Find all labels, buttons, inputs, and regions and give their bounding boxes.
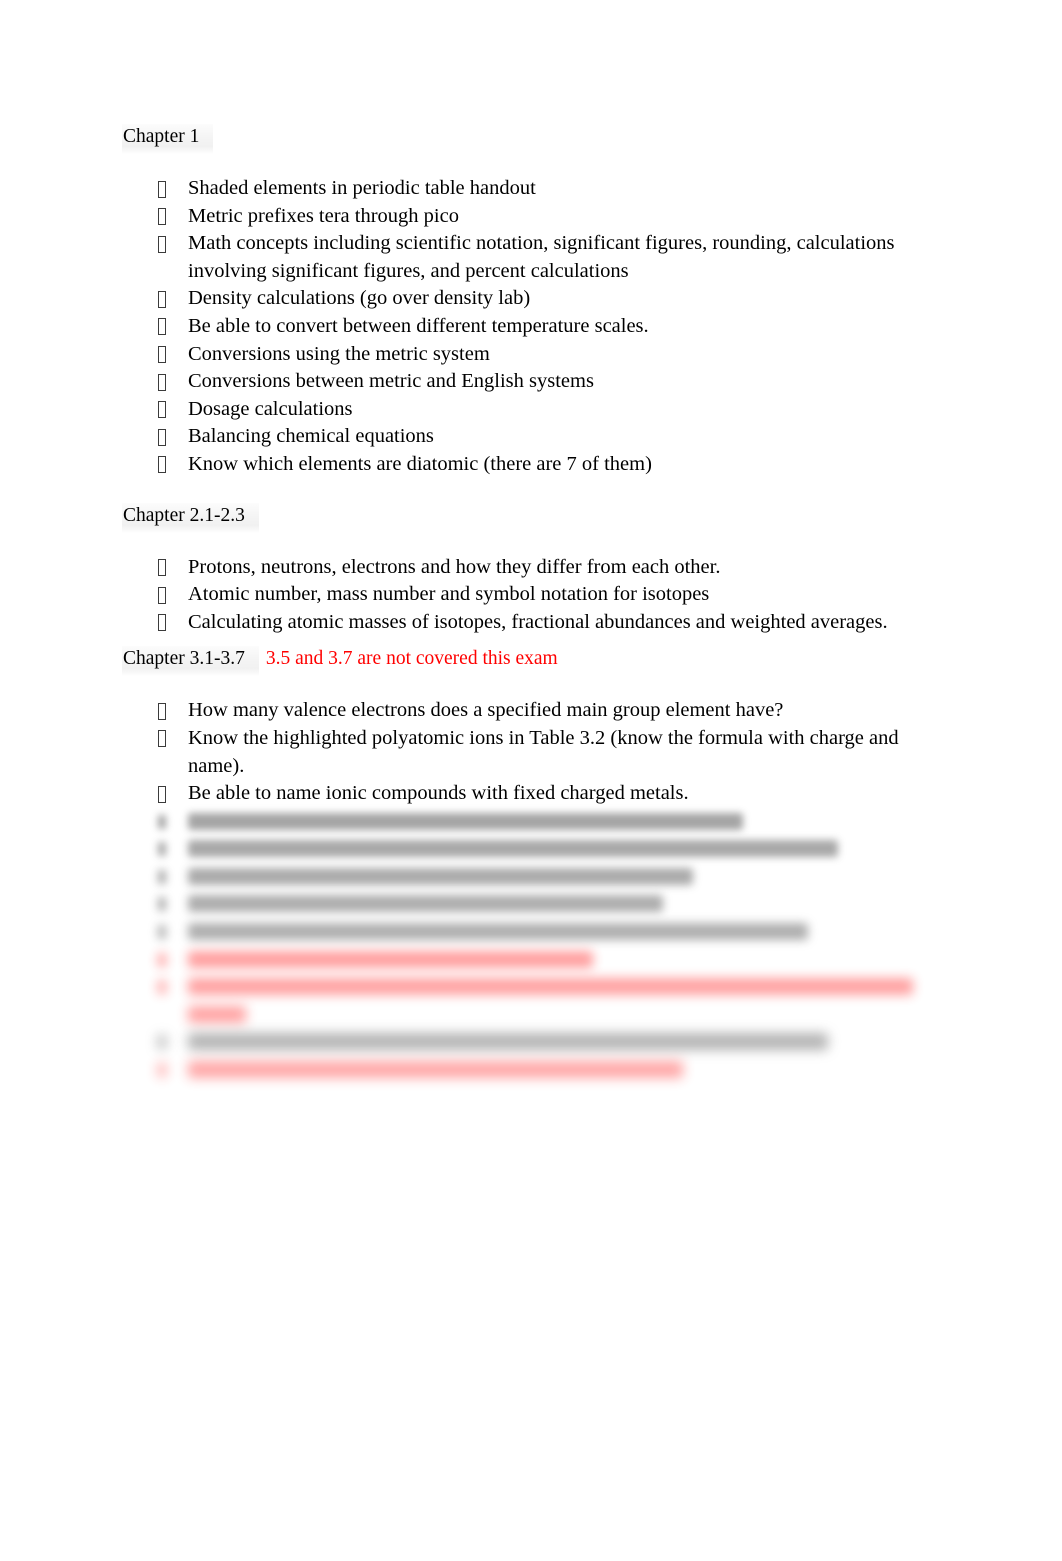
- document-content: Chapter 1 Shaded elements in periodic ta…: [122, 124, 923, 1084]
- chapter-heading-3: Chapter 3.1-3.7: [122, 646, 259, 677]
- list-item: Calculating atomic masses of isotopes, f…: [123, 609, 923, 637]
- list-item-text: Conversions using the metric system: [188, 342, 490, 365]
- obscured-line: [123, 1001, 923, 1029]
- obscured-line-text: [188, 950, 593, 968]
- obscured-line-text: [188, 1061, 683, 1079]
- bullet-tofu-icon: [158, 952, 166, 967]
- section-heading-row-3: Chapter 3.1-3.7 3.5 and 3.7 are not cover…: [122, 646, 923, 677]
- bullet-tofu-icon: [158, 235, 166, 253]
- bullet-tofu-icon: [158, 401, 166, 419]
- list-item-text: Balancing chemical equations: [188, 425, 434, 448]
- obscured-line: [123, 1028, 923, 1056]
- list-item-text: Density calculations (go over density la…: [188, 287, 531, 310]
- list-item: Math concepts including scientific notat…: [123, 230, 923, 285]
- bullet-tofu-icon: [158, 456, 166, 474]
- list-item: Atomic number, mass number and symbol no…: [123, 581, 923, 609]
- bullet-tofu-icon: [158, 559, 166, 577]
- bullet-tofu-icon: [158, 290, 166, 308]
- bullet-tofu-icon: [158, 980, 166, 995]
- chapter-heading-2: Chapter 2.1-2.3: [122, 502, 259, 533]
- obscured-line-text: [188, 978, 913, 996]
- obscured-line: [123, 1056, 923, 1084]
- chapter-heading-1: Chapter 1: [122, 124, 214, 154]
- bullet-tofu-icon: [158, 842, 166, 857]
- list-item: Metric prefixes tera through pico: [123, 203, 923, 231]
- list-item-text: Calculating atomic masses of isotopes, f…: [188, 610, 888, 633]
- bullet-tofu-icon: [158, 1063, 166, 1078]
- bullet-tofu-icon: [158, 373, 166, 391]
- list-item: Conversions using the metric system: [123, 341, 923, 369]
- list-item-text: Math concepts including scientific notat…: [188, 232, 895, 282]
- list-item-text: Be able to convert between different tem…: [188, 314, 649, 337]
- section-heading-row-1: Chapter 1: [122, 124, 923, 154]
- list-item: Protons, neutrons, electrons and how the…: [123, 554, 923, 582]
- obscured-line: [123, 973, 923, 1001]
- chapter-heading-3-note: 3.5 and 3.7 are not covered this exam: [265, 648, 558, 670]
- bullet-tofu-icon: [158, 208, 166, 226]
- list-item: Dosage calculations: [123, 396, 923, 424]
- list-item: How many valence electrons does a specif…: [123, 697, 923, 725]
- obscured-line-text: [188, 840, 838, 858]
- list-item: Conversions between metric and English s…: [123, 368, 923, 396]
- bullet-tofu-icon: [158, 814, 166, 829]
- obscured-line: [123, 863, 923, 891]
- list-item-text: Be able to name ionic compounds with fix…: [188, 782, 689, 805]
- bullet-tofu-icon: [158, 346, 166, 364]
- obscured-line-text: [188, 1005, 246, 1023]
- bullet-tofu-icon: [158, 318, 166, 336]
- list-item-text: Know the highlighted polyatomic ions in …: [188, 726, 899, 777]
- list-item-text: Metric prefixes tera through pico: [188, 204, 459, 227]
- bullet-tofu-icon: [158, 730, 166, 748]
- bullet-tofu-icon: [158, 785, 166, 803]
- list-item-text: Conversions between metric and English s…: [188, 370, 594, 393]
- obscured-line: [123, 808, 923, 836]
- bullet-list-chapter-2: Protons, neutrons, electrons and how the…: [123, 554, 923, 637]
- document-page: Chapter 1 Shaded elements in periodic ta…: [0, 0, 1062, 1561]
- obscured-line-text: [188, 1033, 828, 1051]
- list-item: Be able to name ionic compounds with fix…: [123, 780, 923, 808]
- bullet-tofu-icon: [158, 869, 166, 884]
- obscured-line-text: [188, 812, 743, 830]
- list-item-text: Shaded elements in periodic table handou…: [188, 177, 536, 199]
- bullet-tofu-icon: [158, 1035, 166, 1050]
- section-heading-row-2: Chapter 2.1-2.3: [122, 502, 923, 533]
- list-item-text: Dosage calculations: [188, 397, 353, 420]
- obscured-line: [123, 835, 923, 863]
- list-item-text: How many valence electrons does a specif…: [188, 699, 784, 722]
- obscured-line: [123, 890, 923, 918]
- list-item: Density calculations (go over density la…: [123, 285, 923, 313]
- bullet-tofu-icon: [158, 925, 166, 940]
- list-item: Be able to convert between different tem…: [123, 313, 923, 341]
- bullet-tofu-icon: [158, 897, 166, 912]
- list-item-text: Know which elements are diatomic (there …: [188, 452, 652, 475]
- list-item: Shaded elements in periodic table handou…: [123, 175, 923, 203]
- bullet-tofu-icon: [158, 180, 166, 198]
- bullet-tofu-icon: [158, 614, 166, 632]
- bullet-tofu-icon: [158, 428, 166, 446]
- bullet-list-chapter-3: How many valence electrons does a specif…: [123, 697, 923, 807]
- list-item: Know which elements are diatomic (there …: [123, 451, 923, 479]
- obscured-line: [123, 946, 923, 974]
- obscured-line-text: [188, 895, 663, 913]
- obscured-line-text: [188, 867, 693, 885]
- obscured-preview-block: Remaining list items are blurred out and…: [123, 808, 923, 1084]
- list-item: Balancing chemical equations: [123, 423, 923, 451]
- obscured-line: [123, 918, 923, 946]
- bullet-list-chapter-1: Shaded elements in periodic table handou…: [123, 175, 923, 479]
- list-item-text: Atomic number, mass number and symbol no…: [188, 583, 710, 606]
- list-item: Know the highlighted polyatomic ions in …: [123, 725, 923, 780]
- list-item-text: Protons, neutrons, electrons and how the…: [188, 555, 721, 578]
- bullet-tofu-icon: [158, 586, 166, 604]
- bullet-tofu-icon: [158, 702, 166, 720]
- obscured-line-text: [188, 923, 808, 941]
